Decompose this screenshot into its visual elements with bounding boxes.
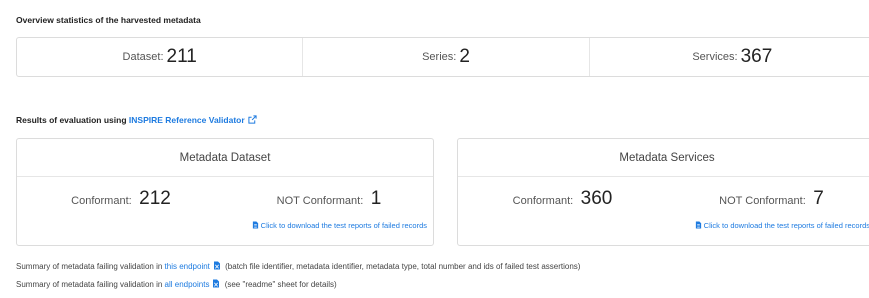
panel-title: Metadata Services bbox=[458, 139, 869, 177]
stat-label: Series: bbox=[422, 51, 457, 63]
summary-prefix: Summary of metadata failing validation i… bbox=[16, 262, 163, 271]
panel-metadata-services: Metadata Services Conformant: 360 NOT Co… bbox=[457, 138, 869, 246]
conformant-stat: Conformant: 212 bbox=[17, 188, 225, 210]
all-endpoints-link[interactable]: all endpoints bbox=[165, 280, 210, 289]
document-icon bbox=[695, 221, 704, 230]
summary-all-endpoints: Summary of metadata failing validation i… bbox=[16, 279, 337, 289]
not-conformant-stat: NOT Conformant: 1 bbox=[225, 188, 433, 210]
evaluation-title: Results of evaluation using INSPIRE Refe… bbox=[16, 115, 257, 125]
panel-metadata-dataset: Metadata Dataset Conformant: 212 NOT Con… bbox=[16, 138, 434, 246]
stat-label: Services: bbox=[692, 51, 738, 63]
not-conformant-stat: NOT Conformant: 7 bbox=[667, 188, 869, 210]
stat-services: Services: 367 bbox=[588, 38, 869, 76]
summary-prefix: Summary of metadata failing validation i… bbox=[16, 280, 163, 289]
stat-dataset: Dataset: 211 bbox=[17, 38, 302, 76]
download-reports-link[interactable]: Click to download the test reports of fa… bbox=[17, 221, 433, 230]
summary-suffix: (batch file identifier, metadata identif… bbox=[225, 262, 581, 271]
panel-results: Conformant: 360 NOT Conformant: 7 bbox=[458, 177, 869, 221]
overview-stats: Dataset: 211 Series: 2 Services: 367 bbox=[16, 37, 869, 77]
stat-value: 367 bbox=[740, 46, 773, 67]
validator-link[interactable]: INSPIRE Reference Validator bbox=[129, 115, 245, 125]
external-link-icon[interactable] bbox=[245, 115, 257, 125]
not-conformant-value: 7 bbox=[813, 188, 824, 209]
summary-suffix: (see "readme" sheet for details) bbox=[224, 280, 337, 289]
conformant-label: Conformant: bbox=[512, 195, 574, 207]
stat-value: 2 bbox=[459, 46, 470, 67]
download-link-text[interactable]: Click to download the test reports of fa… bbox=[261, 221, 427, 230]
summary-this-endpoint: Summary of metadata failing validation i… bbox=[16, 261, 580, 271]
download-reports-link[interactable]: Click to download the test reports of fa… bbox=[458, 221, 869, 230]
conformant-value: 360 bbox=[580, 188, 613, 209]
spreadsheet-icon[interactable] bbox=[209, 279, 222, 289]
not-conformant-label: NOT Conformant: bbox=[719, 195, 806, 207]
conformant-label: Conformant: bbox=[71, 195, 132, 207]
conformant-stat: Conformant: 360 bbox=[458, 188, 667, 210]
download-link-text[interactable]: Click to download the test reports of fa… bbox=[704, 221, 869, 230]
overview-title: Overview statistics of the harvested met… bbox=[16, 15, 201, 25]
panel-title: Metadata Dataset bbox=[17, 139, 433, 177]
stat-series: Series: 2 bbox=[302, 38, 588, 76]
this-endpoint-link[interactable]: this endpoint bbox=[165, 262, 210, 271]
conformant-value: 212 bbox=[139, 188, 171, 209]
spreadsheet-icon[interactable] bbox=[210, 261, 223, 271]
panel-results: Conformant: 212 NOT Conformant: 1 bbox=[17, 177, 433, 221]
evaluation-title-prefix: Results of evaluation using bbox=[16, 115, 127, 125]
not-conformant-value: 1 bbox=[370, 188, 382, 209]
not-conformant-label: NOT Conformant: bbox=[276, 195, 364, 207]
document-icon bbox=[252, 221, 261, 230]
stat-value: 211 bbox=[166, 46, 197, 67]
stat-label: Dataset: bbox=[122, 51, 164, 63]
